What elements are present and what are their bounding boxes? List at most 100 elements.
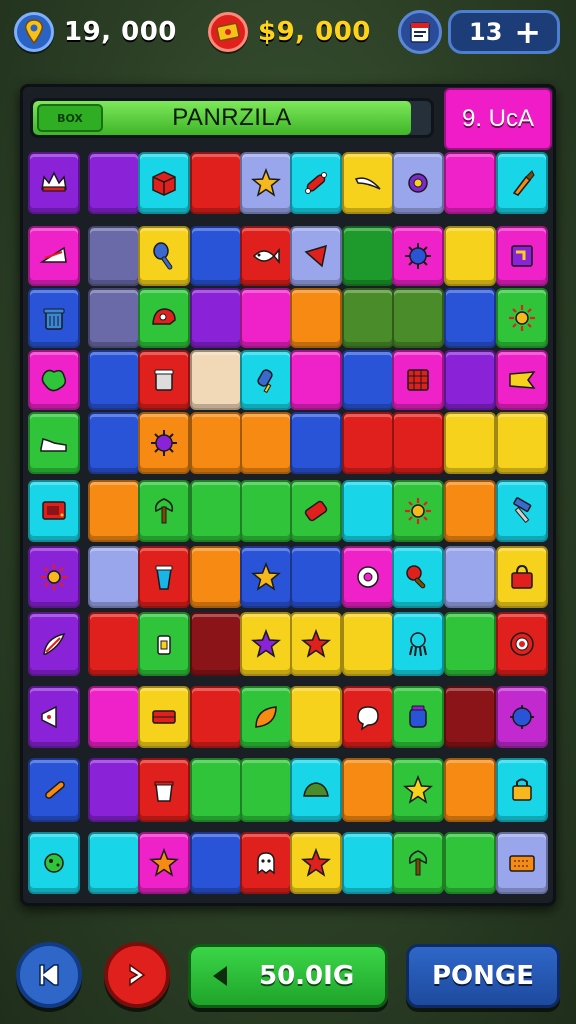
board-tile[interactable]	[88, 612, 140, 676]
board-tile[interactable]	[190, 226, 242, 286]
power-button[interactable]: PONGE	[406, 944, 560, 1008]
board-tile[interactable]	[392, 350, 444, 410]
board-tile[interactable]	[342, 152, 394, 214]
board-tile[interactable]	[496, 226, 548, 286]
calendar-icon[interactable]	[398, 10, 442, 54]
board-tile[interactable]	[28, 686, 80, 748]
board-tile[interactable]	[240, 152, 292, 214]
board-tile[interactable]	[28, 546, 80, 608]
board-tile[interactable]	[138, 480, 190, 542]
board-tile[interactable]	[290, 546, 342, 608]
board-tile[interactable]	[28, 758, 80, 822]
board-tile[interactable]	[392, 480, 444, 542]
board-tile[interactable]	[190, 546, 242, 608]
board-tile[interactable]	[444, 226, 496, 286]
board-tile[interactable]	[28, 152, 80, 214]
board-tile[interactable]	[290, 152, 342, 214]
board-tile[interactable]	[240, 686, 292, 748]
board-tile[interactable]	[342, 288, 394, 348]
board-tile[interactable]	[342, 350, 394, 410]
board-tile[interactable]	[28, 612, 80, 676]
next-button[interactable]	[104, 942, 170, 1008]
board-tile[interactable]	[342, 686, 394, 748]
board-tile[interactable]	[444, 686, 496, 748]
board-tile[interactable]	[138, 546, 190, 608]
board-tile[interactable]	[190, 758, 242, 822]
board-tile[interactable]	[88, 758, 140, 822]
board-tile[interactable]	[88, 546, 140, 608]
board-tile[interactable]	[138, 226, 190, 286]
add-button[interactable]: +	[514, 16, 541, 48]
board-tile[interactable]	[444, 758, 496, 822]
board-tile[interactable]	[444, 350, 496, 410]
board-tile[interactable]	[496, 288, 548, 348]
board-tile[interactable]	[240, 832, 292, 894]
board-tile[interactable]	[240, 412, 292, 474]
board-tile[interactable]	[444, 612, 496, 676]
board-tile[interactable]	[190, 152, 242, 214]
board-tile[interactable]	[190, 832, 242, 894]
board-tile[interactable]	[392, 288, 444, 348]
board-tile[interactable]	[290, 288, 342, 348]
board-tile[interactable]	[88, 288, 140, 348]
play-amount-button[interactable]: 50.0IG	[188, 944, 388, 1008]
board-tile[interactable]	[290, 612, 342, 676]
board-tile[interactable]	[496, 758, 548, 822]
board-tile[interactable]	[496, 612, 548, 676]
board-tile[interactable]	[240, 226, 292, 286]
board-tile[interactable]	[28, 832, 80, 894]
board-tile[interactable]	[290, 686, 342, 748]
board-tile[interactable]	[392, 226, 444, 286]
board-tile[interactable]	[444, 546, 496, 608]
board-tile[interactable]	[496, 350, 548, 410]
board-tile[interactable]	[28, 288, 80, 348]
board-tile[interactable]	[342, 412, 394, 474]
board-tile[interactable]	[392, 546, 444, 608]
board-tile[interactable]	[496, 152, 548, 214]
board-tile[interactable]	[496, 686, 548, 748]
board-tile[interactable]	[88, 152, 140, 214]
board-tile[interactable]	[88, 226, 140, 286]
board-tile[interactable]	[28, 226, 80, 286]
board-tile[interactable]	[240, 480, 292, 542]
board-tile[interactable]	[138, 686, 190, 748]
board-tile[interactable]	[240, 758, 292, 822]
board-tile[interactable]	[496, 480, 548, 542]
board-tile[interactable]	[342, 546, 394, 608]
board-tile[interactable]	[290, 832, 342, 894]
board-tile[interactable]	[240, 350, 292, 410]
board-tile[interactable]	[138, 758, 190, 822]
board-tile[interactable]	[190, 350, 242, 410]
board-tile[interactable]	[240, 288, 292, 348]
board-tile[interactable]	[444, 288, 496, 348]
board-tile[interactable]	[444, 480, 496, 542]
board-tile[interactable]	[138, 350, 190, 410]
skip-back-button[interactable]	[16, 942, 82, 1008]
board-tile[interactable]	[290, 226, 342, 286]
lives-pill[interactable]: 13 +	[448, 10, 560, 54]
board-tile[interactable]	[28, 412, 80, 474]
board-tile[interactable]	[138, 412, 190, 474]
board-tile[interactable]	[342, 758, 394, 822]
board-tile[interactable]	[496, 546, 548, 608]
board-tile[interactable]	[392, 412, 444, 474]
board-tile[interactable]	[290, 350, 342, 410]
board-tile[interactable]	[88, 832, 140, 894]
board-tile[interactable]	[290, 480, 342, 542]
board-tile[interactable]	[138, 152, 190, 214]
board-tile[interactable]	[88, 350, 140, 410]
board-tile[interactable]	[342, 612, 394, 676]
board-tile[interactable]	[290, 758, 342, 822]
board-tile[interactable]	[290, 412, 342, 474]
board-tile[interactable]	[88, 480, 140, 542]
board-tile[interactable]	[496, 412, 548, 474]
board-tile[interactable]	[392, 832, 444, 894]
board-tile[interactable]	[392, 686, 444, 748]
board-tile[interactable]	[138, 832, 190, 894]
board-tile[interactable]	[342, 226, 394, 286]
board-tile[interactable]	[138, 288, 190, 348]
board-tile[interactable]	[190, 480, 242, 542]
board-tile[interactable]	[342, 832, 394, 894]
board-tile[interactable]	[240, 612, 292, 676]
board-tile[interactable]	[88, 686, 140, 748]
